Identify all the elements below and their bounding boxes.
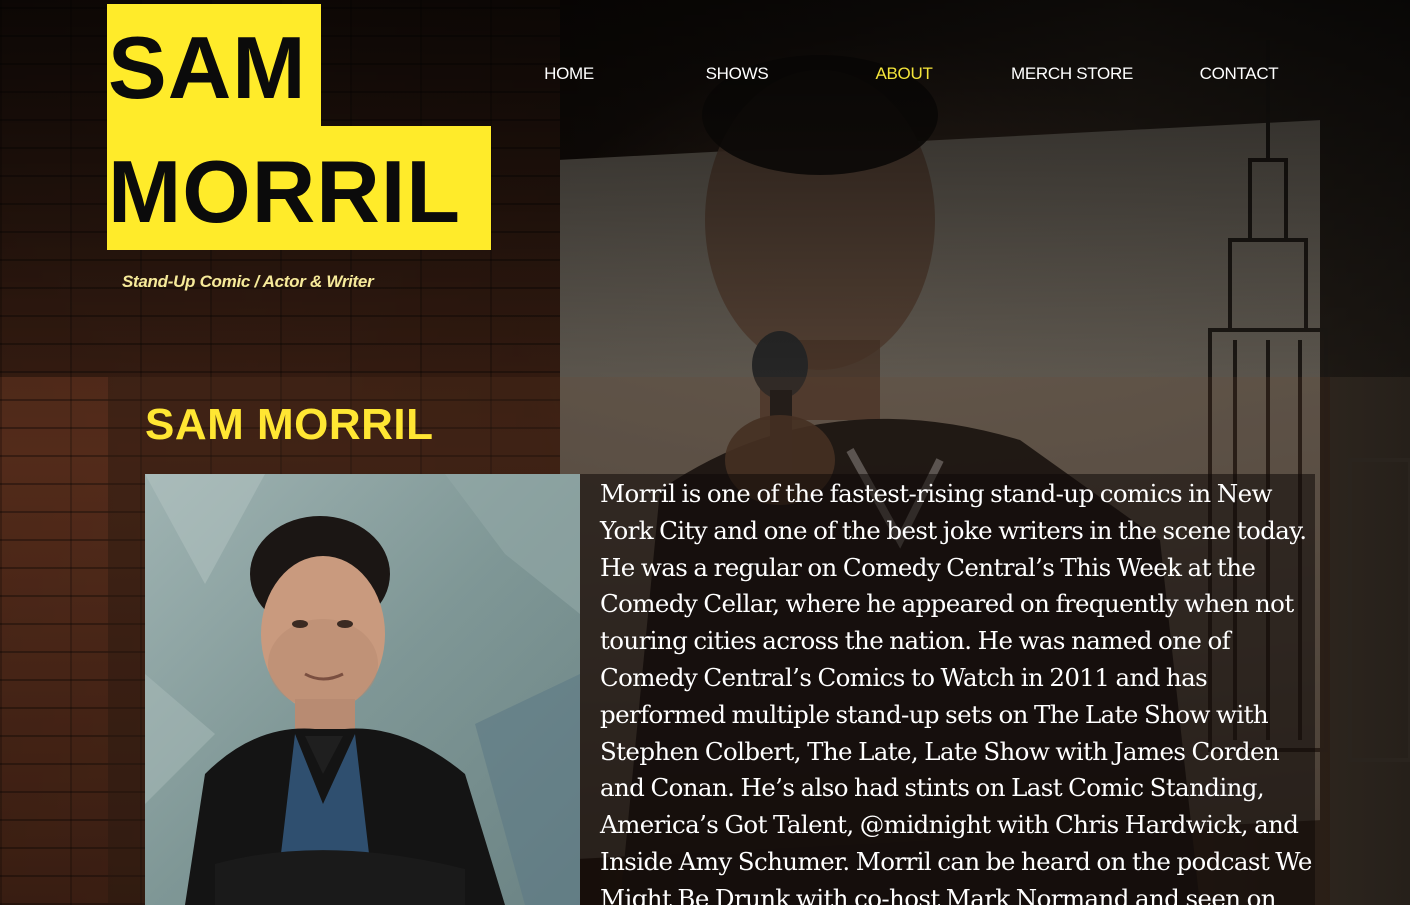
nav-merch-store[interactable]: MERCH STORE bbox=[1011, 64, 1133, 84]
nav-shows[interactable]: SHOWS bbox=[706, 64, 769, 84]
headshot-photo bbox=[145, 474, 580, 905]
nav-home[interactable]: HOME bbox=[544, 64, 594, 84]
logo-line-last-name: MORRIL bbox=[108, 142, 462, 241]
nav-about[interactable]: ABOUT bbox=[875, 64, 932, 84]
bio-text: Morril is one of the fastest-rising stan… bbox=[600, 479, 1312, 905]
main-nav: HOME SHOWS ABOUT MERCH STORE CONTACT bbox=[0, 64, 1410, 88]
bio-panel: Morril is one of the fastest-rising stan… bbox=[580, 474, 1315, 905]
nav-contact[interactable]: CONTACT bbox=[1200, 64, 1279, 84]
headshot-illustration bbox=[145, 474, 580, 905]
site-tagline: Stand-Up Comic / Actor & Writer bbox=[122, 272, 374, 291]
about-title: SAM MORRIL bbox=[145, 400, 434, 449]
